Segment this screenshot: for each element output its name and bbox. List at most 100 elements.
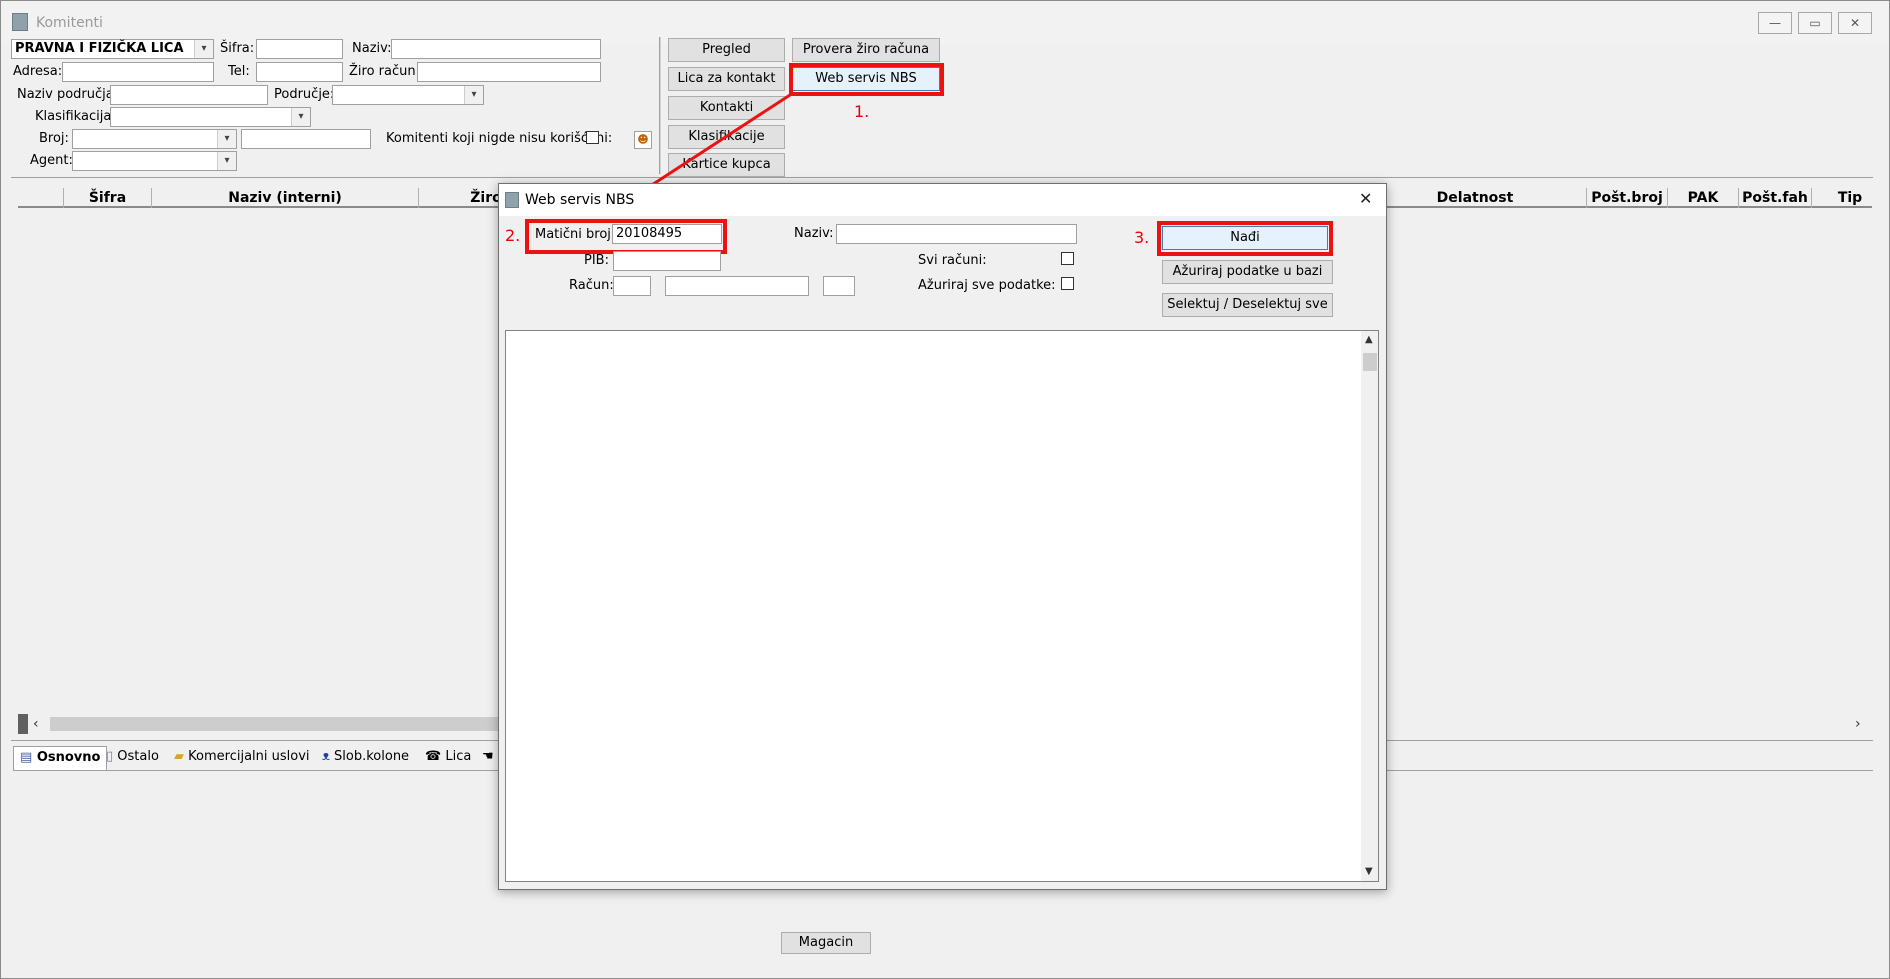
- naziv-label: Naziv:: [352, 41, 392, 56]
- magacin-button[interactable]: Magacin: [781, 932, 871, 954]
- tab-osnovno[interactable]: ▤ Osnovno: [13, 746, 108, 770]
- podrucje-select[interactable]: ▾: [332, 85, 484, 105]
- azuriraj-sve-checkbox[interactable]: [1061, 277, 1074, 290]
- chevron-down-icon: ▾: [194, 40, 213, 58]
- lica-za-kontakt-button[interactable]: Lica za kontakt: [668, 67, 785, 91]
- type-select[interactable]: PRAVNA I FIZIČKA LICA ▾: [11, 39, 214, 59]
- col-header-delatnost[interactable]: Delatnost: [1420, 187, 1530, 209]
- ziro-label: Žiro račun:: [349, 64, 420, 79]
- broj-label: Broj:: [39, 131, 69, 146]
- minimize-button[interactable]: —: [1758, 12, 1792, 34]
- klasifikacija-label: Klasifikacija:: [35, 109, 116, 124]
- tab-komercijalni[interactable]: ▰ Komercijalni uslovi: [168, 746, 316, 770]
- selektuj-button[interactable]: Selektuj / Deselektuj sve: [1162, 293, 1333, 317]
- tab-slob-kolone[interactable]: ᴥ Slob.kolone: [316, 746, 415, 770]
- klasifikacija-select[interactable]: ▾: [110, 107, 311, 127]
- adresa-label: Adresa:: [13, 64, 63, 79]
- naziv-podrucja-label: Naziv područja:: [17, 87, 119, 102]
- app-icon: [12, 13, 28, 31]
- maticni-label: Matični broj:: [535, 227, 616, 242]
- tab-ostalo-label: Ostalo: [117, 749, 159, 764]
- scroll-up-icon[interactable]: ▲: [1365, 334, 1373, 345]
- results-list[interactable]: [505, 330, 1379, 882]
- hand-icon[interactable]: ☚: [476, 746, 500, 770]
- sifra-input[interactable]: [256, 39, 343, 59]
- agent-select[interactable]: ▾: [72, 151, 237, 171]
- type-select-value: PRAVNA I FIZIČKA LICA: [15, 41, 184, 56]
- pib-input[interactable]: [613, 251, 721, 271]
- unused-label: Komitenti koji nigde nisu korišćeni:: [386, 131, 613, 146]
- step3-label: 3.: [1134, 228, 1150, 247]
- ziro-input[interactable]: [417, 62, 601, 82]
- web-servis-dialog: Web servis NBS ✕ 2. Matični broj: 201084…: [498, 183, 1387, 890]
- pregled-button[interactable]: Pregled: [668, 38, 785, 62]
- col-header-naziv[interactable]: Naziv (interni): [152, 187, 418, 209]
- scroll-down-icon[interactable]: ▼: [1365, 866, 1373, 877]
- arrow-line: [637, 93, 791, 196]
- window-title: Komitenti: [36, 15, 103, 31]
- col-header-postbroj[interactable]: Pošt.broj: [1587, 187, 1667, 209]
- nadji-button[interactable]: Nađi: [1162, 226, 1328, 250]
- folder-icon: ▰: [174, 749, 184, 764]
- racun-label: Račun:: [569, 278, 614, 293]
- scroll-right-icon[interactable]: ›: [1855, 714, 1869, 734]
- tab-lica-label: Lica: [445, 749, 472, 764]
- azuriraj-sve-label: Ažuriraj sve podatke:: [918, 278, 1056, 293]
- close-button[interactable]: ✕: [1838, 12, 1872, 34]
- chevron-down-icon: ▾: [464, 86, 483, 104]
- vscroll-thumb[interactable]: [1363, 353, 1377, 371]
- col-header-tip[interactable]: Tip: [1830, 187, 1870, 209]
- phone-icon: ☎: [425, 749, 442, 764]
- svi-racuni-label: Svi računi:: [918, 253, 987, 268]
- maticni-input[interactable]: 20108495: [612, 224, 722, 244]
- dialog-naziv-input[interactable]: [836, 224, 1077, 244]
- row-selector: [18, 714, 28, 734]
- racun-number-input[interactable]: [665, 276, 809, 296]
- list-icon: ▤: [20, 750, 33, 765]
- tab-lica[interactable]: ☎ Lica: [419, 746, 477, 770]
- svi-racuni-checkbox[interactable]: [1061, 252, 1074, 265]
- naziv-input[interactable]: [391, 39, 601, 59]
- pib-label: PIB:: [584, 253, 609, 268]
- col-header-sifra[interactable]: Šifra: [64, 187, 151, 209]
- col-divider: [418, 188, 419, 208]
- provera-ziro-button[interactable]: Provera žiro računa: [792, 38, 940, 62]
- butterfly-icon: ᴥ: [322, 749, 330, 764]
- chevron-down-icon: ▾: [291, 108, 310, 126]
- vertical-scrollbar[interactable]: [1361, 331, 1378, 881]
- maximize-button[interactable]: ▭: [1798, 12, 1832, 34]
- col-divider: [1811, 188, 1812, 208]
- tab-osnovno-label: Osnovno: [36, 750, 101, 765]
- podrucje-label: Područje:: [274, 87, 335, 102]
- col-header-postfah[interactable]: Pošt.fah: [1739, 187, 1811, 209]
- grid-top-line: [11, 177, 1873, 178]
- scroll-left-icon[interactable]: ‹: [33, 714, 47, 734]
- step2-label: 2.: [505, 226, 521, 245]
- racun-bank-input[interactable]: [613, 276, 651, 296]
- dialog-title: Web servis NBS: [525, 192, 635, 208]
- agent-label: Agent:: [30, 153, 73, 168]
- chevron-down-icon: ▾: [217, 152, 236, 170]
- maticni-input-value: 20108495: [616, 226, 683, 241]
- adresa-input[interactable]: [62, 62, 214, 82]
- unused-checkbox[interactable]: [586, 131, 599, 144]
- dialog-naziv-label: Naziv:: [794, 226, 834, 241]
- tel-label: Tel:: [228, 64, 250, 79]
- azuriraj-bazu-button[interactable]: Ažuriraj podatke u bazi: [1162, 260, 1333, 284]
- racun-control-input[interactable]: [823, 276, 855, 296]
- highlight-web-servis: [789, 63, 944, 96]
- step1-label: 1.: [854, 102, 870, 121]
- sifra-label: Šifra:: [220, 41, 255, 56]
- tel-input[interactable]: [256, 62, 343, 82]
- naziv-podrucja-input[interactable]: [110, 85, 268, 105]
- broj-input[interactable]: [241, 129, 371, 149]
- tab-ostalo[interactable]: ▯ Ostalo: [100, 746, 165, 770]
- chevron-down-icon: ▾: [217, 130, 236, 148]
- scrollbar-thumb[interactable]: [50, 717, 500, 731]
- col-header-pak[interactable]: PAK: [1668, 187, 1738, 209]
- tab-slob-kolone-label: Slob.kolone: [334, 749, 410, 764]
- document-icon: ▯: [106, 749, 114, 764]
- dialog-close-button[interactable]: ✕: [1359, 189, 1372, 208]
- tab-komercijalni-label: Komercijalni uslovi: [188, 749, 310, 764]
- broj-select[interactable]: ▾: [72, 129, 237, 149]
